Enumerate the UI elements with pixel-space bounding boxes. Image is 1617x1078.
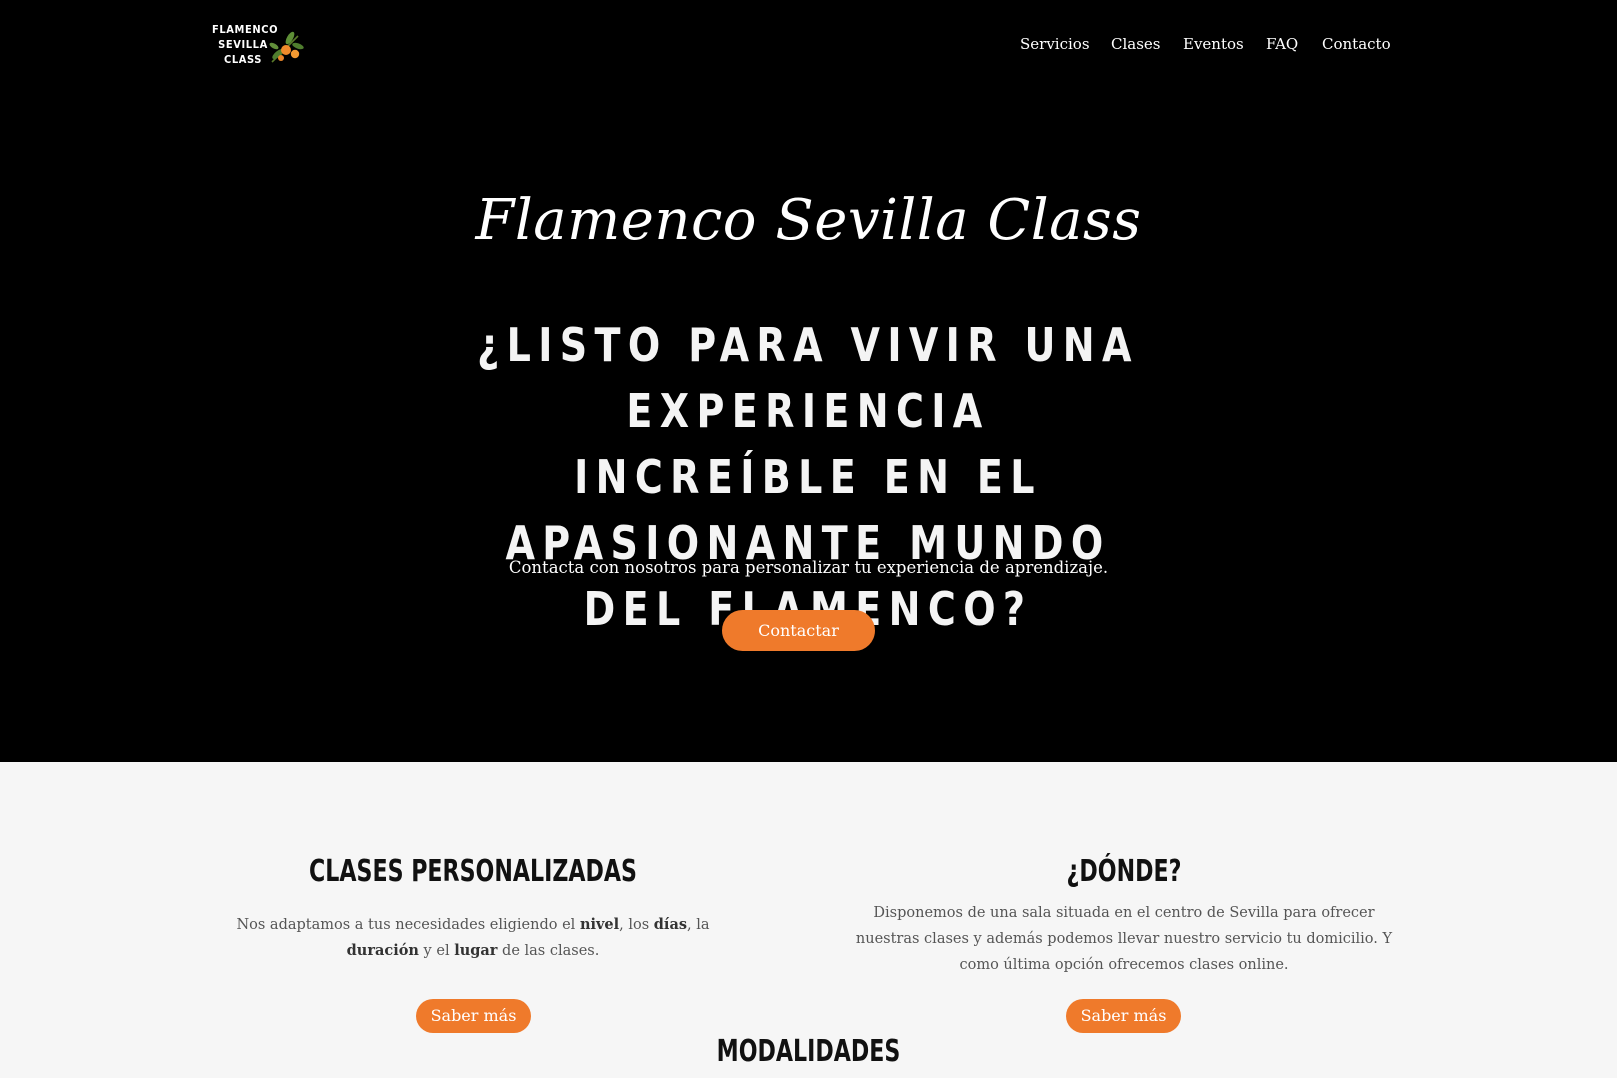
text-bold-nivel: nivel (579, 916, 620, 933)
hero-section: FLAMENCO SEVILLA CLASS Servicios Clases … (0, 0, 1617, 762)
text-fragment: y el (418, 943, 455, 959)
nav-item-eventos[interactable]: Eventos (1183, 35, 1244, 53)
text-bold-duracion: duración (346, 942, 419, 959)
saber-mas-donde-button[interactable]: Saber más (1066, 999, 1181, 1033)
logo-line: SEVILLA (218, 38, 268, 51)
hero-headline: ¿LISTO PARA VIVIR UNA EXPERIENCIA INCREÍ… (394, 312, 1222, 642)
text-bold-lugar: lugar (454, 942, 498, 959)
nav-item-faq[interactable]: FAQ (1266, 35, 1298, 53)
saber-mas-clases-button[interactable]: Saber más (416, 999, 531, 1033)
headline-line: ¿LISTO PARA VIVIR UNA EXPERIENCIA (477, 318, 1139, 438)
text-fragment: , los (619, 917, 654, 933)
text-fragment: , la (687, 917, 710, 933)
clases-personalizadas-text: Nos adaptamos a tus necesidades eligiend… (203, 912, 743, 964)
hero-subtitle: Contacta con nosotros para personalizar … (508, 558, 1109, 577)
contactar-button[interactable]: Contactar (722, 610, 875, 651)
features-section: CLASES PERSONALIZADAS Nos adaptamos a tu… (0, 762, 1617, 1078)
hero-script-title: Flamenco Sevilla Class (475, 188, 1142, 253)
text-fragment: Nos adaptamos a tus necesidades eligiend… (236, 917, 580, 933)
clases-personalizadas-title: CLASES PERSONALIZADAS (309, 854, 637, 889)
logo-line: FLAMENCO (212, 23, 279, 36)
nav-item-servicios[interactable]: Servicios (1020, 35, 1090, 53)
donde-text: Disponemos de una sala situada en el cen… (855, 905, 1393, 973)
nav-item-contacto[interactable]: Contacto (1322, 35, 1391, 53)
modalidades-title: MODALIDADES (716, 1034, 901, 1069)
brand-logo[interactable]: FLAMENCO SEVILLA CLASS (212, 22, 304, 70)
nav-item-clases[interactable]: Clases (1111, 35, 1161, 53)
logo-wordmark: FLAMENCO SEVILLA CLASS (212, 22, 279, 67)
text-fragment: de las clases. (497, 943, 600, 959)
donde-title: ¿DÓNDE? (1066, 854, 1182, 889)
text-bold-dias: días (653, 916, 688, 933)
headline-line: INCREÍBLE EN EL APASIONANTE MUNDO (505, 450, 1111, 570)
logo-line: CLASS (224, 53, 262, 66)
orange-branch-icon (269, 31, 304, 63)
